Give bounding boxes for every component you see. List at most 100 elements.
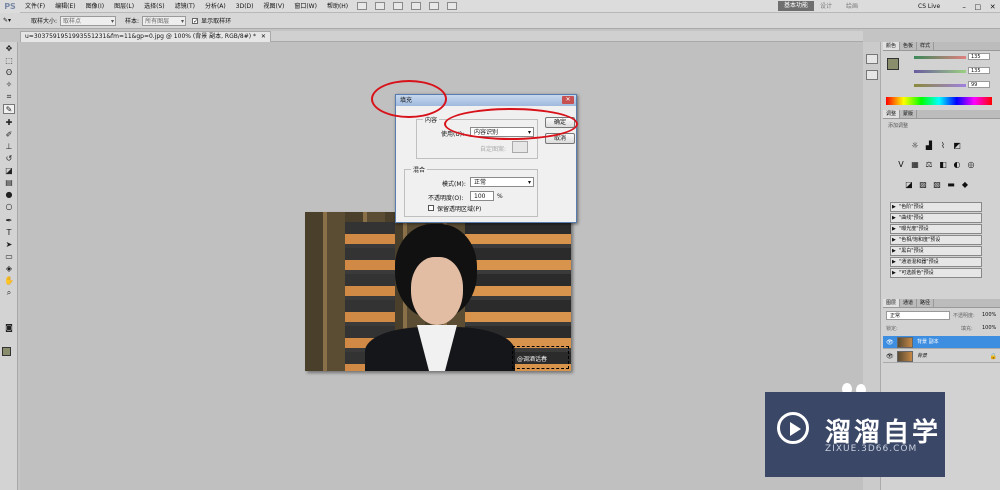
close-tab-icon[interactable]: ✕ [261,33,266,40]
minibridge-icon[interactable] [375,2,386,10]
move-tool-icon[interactable]: ✥ [3,44,15,54]
sample-size-select[interactable]: 取样点 [60,15,117,26]
quick-mask-icon[interactable]: ◙ [3,323,15,333]
preset-selective-color[interactable]: "可选颜色"预设 [890,268,982,278]
tab-layers[interactable]: 图层 [883,299,901,307]
green-value[interactable]: 135 [968,67,990,74]
menu-filter[interactable]: 滤镜(T) [170,0,200,13]
preset-black-white[interactable]: "黑白"预设 [890,246,982,256]
history-brush-icon[interactable]: ↺ [3,154,15,164]
arrange-icon[interactable] [429,2,440,10]
gradient-tool-icon[interactable]: ▤ [3,178,15,188]
3d-rotate-icon[interactable]: ◈ [3,264,15,274]
type-tool-icon[interactable]: T [3,228,15,238]
eyedropper-tool-icon[interactable]: ✎ [3,104,15,114]
eraser-tool-icon[interactable]: ◪ [3,166,15,176]
maximize-icon[interactable]: □ [974,3,981,11]
brightness-icon[interactable]: ☼ [910,141,920,150]
preset-exposure[interactable]: "曝光度"预设 [890,224,982,234]
vibrance-icon[interactable]: V [896,160,906,169]
workspace-design[interactable]: 设计 [820,1,832,12]
posterize-icon[interactable]: ▨ [918,180,928,189]
zoom-icon[interactable] [411,2,422,10]
close-icon[interactable]: ✕ [990,3,996,11]
fill-value[interactable]: 100% [982,325,996,331]
menu-window[interactable]: 窗口(W) [289,0,322,13]
workspace-painting[interactable]: 绘画 [846,1,858,12]
menu-view[interactable]: 视图(V) [259,0,290,13]
lasso-tool-icon[interactable]: ʘ [3,68,15,78]
quick-select-tool-icon[interactable]: ✧ [3,80,15,90]
crop-tool-icon[interactable]: ⌗ [3,92,15,102]
marquee-selection[interactable] [512,346,569,369]
preset-channel-mixer[interactable]: "通道混和器"预设 [890,257,982,267]
pen-tool-icon[interactable]: ✒ [3,216,15,226]
tab-masks[interactable]: 蒙版 [900,110,918,118]
brush-tool-icon[interactable]: ✐ [3,130,15,140]
tab-channels[interactable]: 通道 [900,299,918,307]
layer-opacity-value[interactable]: 100% [982,312,996,318]
tab-paths[interactable]: 路径 [917,299,935,307]
invert-icon[interactable]: ◪ [904,180,914,189]
marquee-tool-icon[interactable]: ⬚ [3,56,15,66]
levels-icon[interactable]: ▟ [924,141,934,150]
threshold-icon[interactable]: ▧ [932,180,942,189]
selective-color-icon[interactable]: ◆ [960,180,970,189]
color-balance-icon[interactable]: ⚖ [924,160,934,169]
dodge-tool-icon[interactable]: ○ [3,202,15,212]
preset-levels[interactable]: "色阶"预设 [890,202,982,212]
exposure-icon[interactable]: ◩ [952,141,962,150]
eye-icon[interactable]: 👁 [886,336,894,349]
zoom-tool-icon[interactable]: ⌕ [3,288,15,298]
healing-brush-icon[interactable]: ✚ [3,118,15,128]
menu-select[interactable]: 选择(S) [139,0,170,13]
tab-styles[interactable]: 样式 [917,42,935,50]
opacity-input[interactable]: 100 [470,191,494,201]
blend-mode-select[interactable]: 正常 [886,311,950,320]
shape-tool-icon[interactable]: ▭ [3,252,15,262]
menu-image[interactable]: 图像(I) [81,0,109,13]
extras-icon[interactable] [393,2,404,10]
tab-color[interactable]: 颜色 [883,42,901,50]
blur-tool-icon[interactable]: ● [3,190,15,200]
black-white-icon[interactable]: ◧ [938,160,948,169]
curves-icon[interactable]: ⌇ [938,141,948,150]
menu-analysis[interactable]: 分析(A) [200,0,231,13]
blue-slider[interactable] [914,84,966,87]
menu-file[interactable]: 文件(F) [20,0,50,13]
preset-curves[interactable]: "曲线"预设 [890,213,982,223]
clone-stamp-icon[interactable]: ⊥ [3,142,15,152]
minimize-icon[interactable]: – [962,3,966,11]
cs-live-button[interactable]: CS Live [918,0,940,13]
dialog-close-icon[interactable]: ✕ [562,96,574,104]
layer-row-background[interactable]: 👁 背景 🔒 [883,350,1000,363]
menu-layer[interactable]: 图层(L) [109,0,139,13]
history-panel-icon[interactable] [866,54,878,64]
mode-select[interactable]: 正常 ▾ [470,177,534,187]
workspace-essentials-button[interactable]: 基本功能 [778,1,814,11]
menu-help[interactable]: 帮助(H) [322,0,353,13]
color-spectrum[interactable] [886,97,992,105]
channel-mixer-icon[interactable]: ◎ [966,160,976,169]
bridge-icon[interactable] [357,2,368,10]
red-value[interactable]: 135 [968,53,990,60]
preset-hue-saturation[interactable]: "色相/饱和度"预设 [890,235,982,245]
green-slider[interactable] [914,70,966,73]
preserve-transparency-checkbox[interactable] [428,205,434,211]
path-select-icon[interactable]: ➤ [3,240,15,250]
document-tab[interactable]: u=3037591951993551231&fm=11&gp=0.jpg @ 1… [20,31,271,42]
photo-filter-icon[interactable]: ◐ [952,160,962,169]
pattern-picker[interactable] [512,141,528,153]
eye-icon[interactable]: 👁 [886,350,894,363]
gradient-map-icon[interactable]: ▬ [946,180,956,189]
tab-swatches[interactable]: 色板 [900,42,918,50]
hue-saturation-icon[interactable]: ▦ [910,160,920,169]
panel-fg-swatch[interactable] [887,58,899,70]
sample-select[interactable]: 所有图层 [142,15,187,26]
menu-3d[interactable]: 3D(D) [231,0,259,13]
menu-edit[interactable]: 编辑(E) [50,0,80,13]
document-image[interactable]: @调酒话春 [305,212,571,371]
layer-row-background-copy[interactable]: 👁 背景 副本 [883,336,1000,349]
screen-mode-icon[interactable] [447,2,458,10]
eyedropper-icon[interactable]: ✎▾ [0,17,18,24]
